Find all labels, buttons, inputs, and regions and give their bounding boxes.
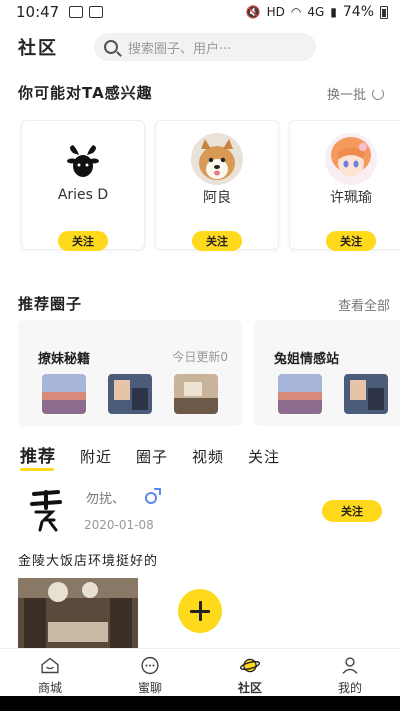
circle-name: 兔姐情感站: [274, 352, 340, 367]
follow-button[interactable]: 关注: [326, 231, 376, 251]
nav-label: 蜜聊: [137, 681, 162, 695]
status-bar: 10:47 🔇 HD ◠ 4G ▮ 74%: [0, 0, 400, 24]
circle-card[interactable]: 撩妹秘籍 今日更新0: [18, 320, 242, 426]
planet-icon: [239, 658, 261, 673]
interest-title: 你可能对TA感兴趣: [18, 84, 153, 102]
system-nav-bar: [0, 696, 400, 711]
circle-thumbnail: [174, 374, 218, 414]
circle-thumbnail: [344, 374, 388, 414]
nav-item-chat[interactable]: 蜜聊: [100, 649, 200, 696]
post-avatar[interactable]: [22, 486, 72, 534]
follow-button[interactable]: 关注: [192, 231, 242, 251]
wifi-icon: ◠: [290, 5, 302, 19]
plus-icon: [190, 601, 210, 621]
battery-icon: [380, 5, 388, 19]
calligraphy-avatar-icon: [22, 486, 72, 534]
tab-following[interactable]: 关注: [248, 446, 280, 467]
home-icon: [41, 657, 59, 674]
nav-item-community[interactable]: 社区: [200, 649, 300, 696]
nav-label: 商城: [37, 681, 62, 695]
male-icon: [145, 487, 162, 504]
gallery-icon: [69, 6, 84, 18]
refresh-label: 换一批: [326, 88, 366, 103]
nav-item-mall[interactable]: 商城: [0, 649, 100, 696]
post-text: 金陵大饭店环境挺好的: [18, 554, 159, 569]
user-name: 许珮瑜: [330, 190, 372, 206]
profile-icon: [342, 657, 358, 674]
post-username: 勿扰、: [86, 492, 126, 507]
tab-nearby[interactable]: 附近: [80, 446, 112, 467]
dog-avatar-icon: [191, 133, 243, 185]
circle-thumbnail: [42, 374, 86, 414]
user-name: 阿良: [203, 190, 231, 206]
signal-icon: ▮: [330, 5, 337, 19]
refresh-button[interactable]: 换一批: [327, 84, 384, 103]
circle-name: 撩妹秘籍: [38, 352, 91, 367]
tab-video[interactable]: 视频: [192, 446, 224, 467]
user-name: Aries D: [57, 187, 109, 203]
chat-icon: [141, 656, 159, 675]
goat-avatar-icon: [57, 133, 109, 185]
mute-icon: 🔇: [245, 5, 261, 19]
circle-thumbnail: [278, 374, 322, 414]
add-post-button[interactable]: [178, 589, 222, 633]
post-user: 勿扰、: [86, 487, 162, 507]
avatar: [191, 133, 243, 185]
follow-button[interactable]: 关注: [58, 231, 108, 251]
nav-item-profile[interactable]: 我的: [300, 649, 400, 696]
user-card[interactable]: Aries D 关注: [21, 120, 145, 251]
post-follow-button[interactable]: 关注: [322, 500, 382, 522]
status-right: 🔇 HD ◠ 4G ▮ 74%: [246, 4, 388, 20]
circle-update: 今日更新0: [172, 350, 228, 364]
avatar: [57, 133, 109, 185]
tab-recommend[interactable]: 推荐: [20, 442, 56, 471]
cell-label: 4G: [307, 5, 325, 19]
bottom-nav: 商城 蜜聊 社区 我的: [0, 648, 400, 696]
search-input[interactable]: 搜索圈子、用户···: [94, 33, 316, 61]
network-label: HD: [266, 5, 285, 19]
user-suggestions: Aries D 关注 阿良 关注 许珮瑜 关注: [0, 120, 400, 260]
circles-title: 推荐圈子: [18, 295, 83, 313]
user-card[interactable]: 阿良 关注: [155, 120, 279, 251]
app-notification-icon: [89, 6, 104, 18]
refresh-icon: [372, 87, 384, 100]
post-image[interactable]: [18, 578, 138, 648]
nav-label: 社区: [237, 681, 262, 695]
battery-percent: 74%: [342, 4, 374, 20]
post-date: 2020-01-08: [84, 518, 154, 532]
page-header: 社区 搜索圈子、用户···: [0, 30, 400, 64]
circle-card[interactable]: 兔姐情感站: [254, 320, 400, 426]
anime-girl-avatar-icon: [325, 133, 377, 185]
feed-tabs: 推荐 附近 圈子 视频 关注: [20, 442, 280, 471]
status-time: 10:47: [16, 3, 60, 21]
view-all-button[interactable]: 查看全部: [338, 295, 390, 314]
avatar: [325, 133, 377, 185]
page-title: 社区: [18, 38, 58, 59]
tab-circles[interactable]: 圈子: [136, 446, 168, 467]
search-placeholder: 搜索圈子、用户···: [128, 41, 232, 57]
nav-label: 我的: [337, 681, 362, 695]
circle-thumbnail: [108, 374, 152, 414]
user-card[interactable]: 许珮瑜 关注: [289, 120, 400, 251]
search-icon: [104, 40, 118, 54]
